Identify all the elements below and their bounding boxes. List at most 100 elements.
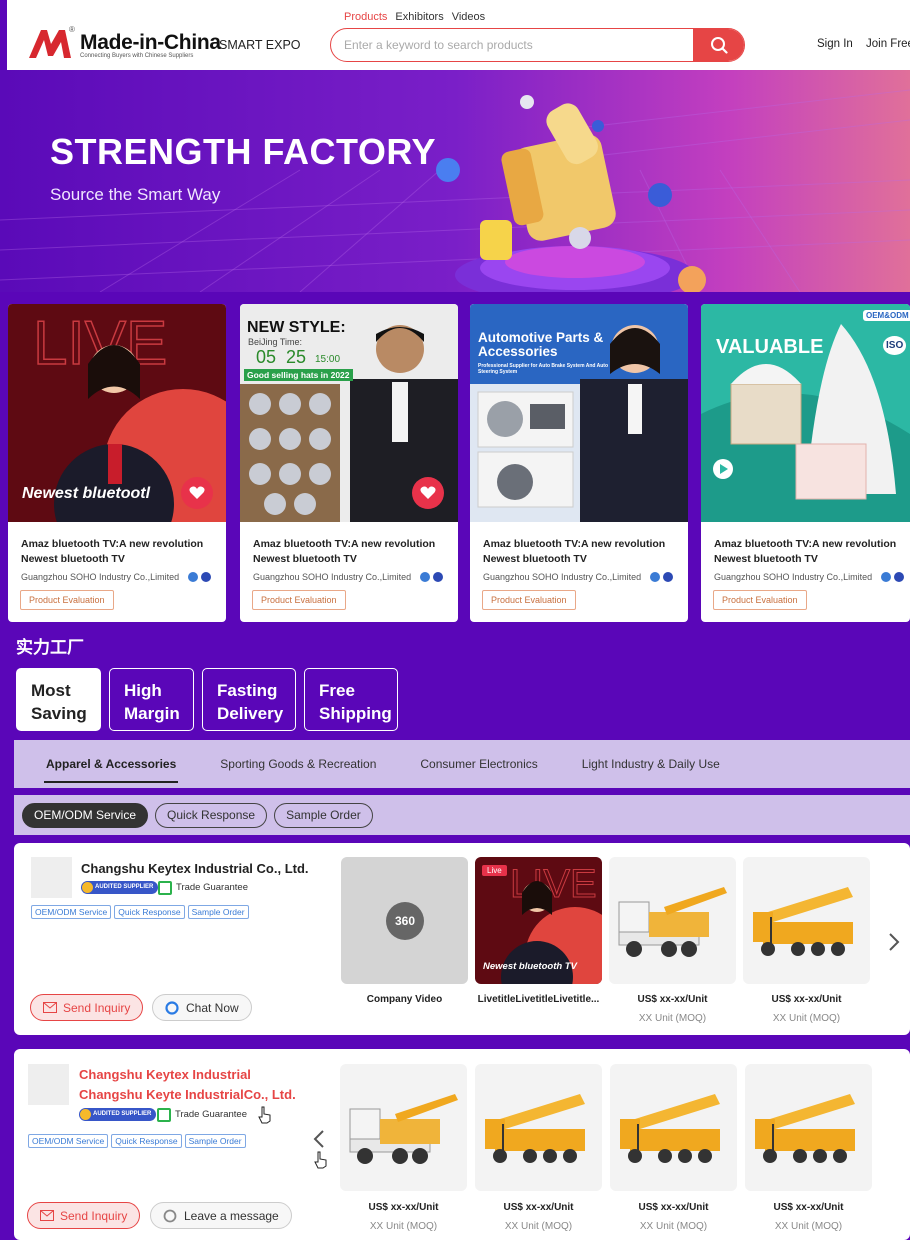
chat-now-label: Chat Now (186, 1000, 239, 1015)
live-card-title[interactable]: Amaz bluetooth TV:A new revolution Newes… (714, 537, 910, 567)
leave-message-button[interactable]: Leave a message (150, 1202, 292, 1229)
live-card-badges (188, 572, 211, 582)
product-tile[interactable] (609, 857, 736, 984)
product-price[interactable]: US$ xx-xx/Unit (340, 1202, 467, 1213)
diamond-member-icon (881, 572, 891, 582)
supplier-tag: Quick Response (111, 1134, 182, 1148)
live-card-title[interactable]: Amaz bluetooth TV:A new revolution Newes… (21, 537, 221, 567)
live-card[interactable]: OEM&ODM VALUABLE ISO Amaz bluetooth TV:A… (701, 304, 910, 622)
audited-supplier-icon (80, 1109, 91, 1120)
product-evaluation-button[interactable]: Product Evaluation (713, 590, 807, 610)
live-card-overlay-title: Newest bluetootl (22, 485, 151, 502)
site-header: ® Made-in-China Connecting Buyers with C… (7, 0, 910, 70)
supplier-tag: OEM/ODM Service (31, 905, 112, 919)
service-chip-quick-response[interactable]: Quick Response (155, 802, 268, 828)
supplier-name[interactable]: Changshu Keytex Industrial Co., Ltd. (81, 861, 309, 876)
product-tile[interactable] (475, 1064, 602, 1191)
made-in-china-logo-icon[interactable] (27, 26, 73, 60)
product-evaluation-button[interactable]: Product Evaluation (20, 590, 114, 610)
supplier-card: Changshu Keytex Industrial Changshu Keyt… (14, 1049, 910, 1240)
tab-exhibitors[interactable]: Exhibitors (395, 11, 443, 23)
chevron-left-icon[interactable] (311, 1127, 327, 1151)
product-moq: XX Unit (MOQ) (638, 1013, 707, 1024)
product-moq: XX Unit (MOQ) (639, 1221, 708, 1232)
supplier-tag: Quick Response (114, 905, 185, 919)
heart-icon[interactable] (181, 477, 213, 509)
product-label[interactable]: LivetitleLivetitleLivetitle... (475, 994, 602, 1005)
filter-tabs: Most Saving High Margin Fasting Delivery… (16, 668, 398, 731)
tab-products[interactable]: Products (344, 11, 387, 23)
product-moq: XX Unit (MOQ) (504, 1221, 573, 1232)
trade-guarantee-icon (158, 881, 172, 895)
product-tile[interactable] (610, 1064, 737, 1191)
live-card-badges (650, 572, 673, 582)
live-card-title[interactable]: Amaz bluetooth TV:A new revolution Newes… (483, 537, 683, 567)
oem-odm-badge: OEM&ODM (863, 310, 910, 321)
search-button[interactable] (693, 29, 744, 61)
brand-name[interactable]: Made-in-China (80, 31, 221, 55)
message-icon (163, 1209, 177, 1222)
filter-tab-fasting-delivery[interactable]: Fasting Delivery (202, 668, 296, 731)
registered-mark: ® (69, 25, 75, 34)
category-tab-light-industry[interactable]: Light Industry & Daily Use (560, 740, 742, 788)
product-price[interactable]: US$ xx-xx/Unit (743, 994, 870, 1005)
smart-expo-link[interactable]: SMART EXPO (219, 38, 301, 52)
category-tab-apparel[interactable]: Apparel & Accessories (14, 740, 198, 788)
supplier-name[interactable]: Changshu Keytex Industrial (79, 1067, 251, 1082)
hero-banner[interactable]: STRENGTH FACTORY Source the Smart Way (0, 70, 910, 292)
product-label[interactable]: Company Video (341, 994, 468, 1005)
audited-supplier-label: AUDITED SUPPLIER (95, 884, 154, 890)
live-card-company[interactable]: Guangzhou SOHO Industry Co.,Limited (21, 572, 179, 582)
live-card[interactable]: LIVE Newest bluetootl Amaz bluetooth TV:… (8, 304, 226, 622)
product-price[interactable]: US$ xx-xx/Unit (475, 1202, 602, 1213)
company-video-tile[interactable]: 360 (341, 857, 468, 984)
crane-truck-image (620, 1094, 720, 1163)
chevron-right-icon[interactable] (886, 930, 902, 954)
product-price[interactable]: US$ xx-xx/Unit (745, 1202, 872, 1213)
heart-icon[interactable] (412, 477, 444, 509)
tab-videos[interactable]: Videos (452, 11, 485, 23)
product-evaluation-button[interactable]: Product Evaluation (482, 590, 576, 610)
category-tab-sporting[interactable]: Sporting Goods & Recreation (198, 740, 398, 788)
sign-in-link[interactable]: Sign In (817, 38, 853, 50)
product-tile[interactable] (743, 857, 870, 984)
service-chip-oem[interactable]: OEM/ODM Service (22, 802, 149, 828)
live-card-overlay-date2: 25 (286, 347, 307, 367)
filter-tab-label: Saving (31, 704, 87, 723)
send-inquiry-button[interactable]: Send Inquiry (27, 1202, 141, 1229)
product-tile[interactable] (745, 1064, 872, 1191)
filter-tab-high-margin[interactable]: High Margin (109, 668, 194, 731)
supplier-logo[interactable] (28, 1064, 69, 1105)
live-card-title[interactable]: Amaz bluetooth TV:A new revolution Newes… (253, 537, 453, 567)
filter-tab-free-shipping[interactable]: Free Shipping (304, 668, 398, 731)
live-card-overlay-title: NEW STYLE: (247, 319, 346, 336)
join-free-link[interactable]: Join Free (866, 38, 910, 50)
live-video-tile[interactable]: LIVE Live Newest bluetooth TV (475, 857, 602, 984)
filter-tab-most-saving[interactable]: Most Saving (16, 668, 101, 731)
service-chip-sample-order[interactable]: Sample Order (274, 802, 373, 828)
product-moq: XX Unit (MOQ) (774, 1221, 843, 1232)
category-tab-electronics[interactable]: Consumer Electronics (398, 740, 559, 788)
pump-truck-image (349, 1094, 458, 1164)
product-evaluation-button[interactable]: Product Evaluation (252, 590, 346, 610)
search-input[interactable] (331, 29, 693, 61)
live-card-company[interactable]: Guangzhou SOHO Industry Co.,Limited (714, 572, 872, 582)
iso-badge: ISO (883, 336, 907, 355)
banner-title: STRENGTH FACTORY (50, 131, 437, 172)
product-price[interactable]: US$ xx-xx/Unit (610, 1202, 737, 1213)
crane-truck-image (755, 1094, 855, 1163)
live-card[interactable]: Automotive Parts & Accessories Professio… (470, 304, 688, 622)
live-card-company[interactable]: Guangzhou SOHO Industry Co.,Limited (483, 572, 641, 582)
product-tile[interactable] (340, 1064, 467, 1191)
send-inquiry-button[interactable]: Send Inquiry (30, 994, 144, 1021)
supplier-logo[interactable] (31, 857, 72, 898)
product-price[interactable]: US$ xx-xx/Unit (609, 994, 736, 1005)
live-card[interactable]: NEW STYLE: BeiJing Time: 05 25 15:00 Goo… (240, 304, 458, 622)
live-card-company[interactable]: Guangzhou SOHO Industry Co.,Limited (253, 572, 411, 582)
chat-now-button[interactable]: Chat Now (152, 994, 252, 1021)
supplier-name-line2[interactable]: Changshu Keyte IndustrialCo., Ltd. (79, 1087, 296, 1102)
filter-tab-label: Margin (124, 704, 180, 723)
live-card-overlay-time-label: BeiJing Time: (248, 337, 303, 347)
envelope-icon (43, 1002, 57, 1013)
supplier-tags: OEM/ODM Service Quick Response Sample Or… (31, 905, 249, 919)
